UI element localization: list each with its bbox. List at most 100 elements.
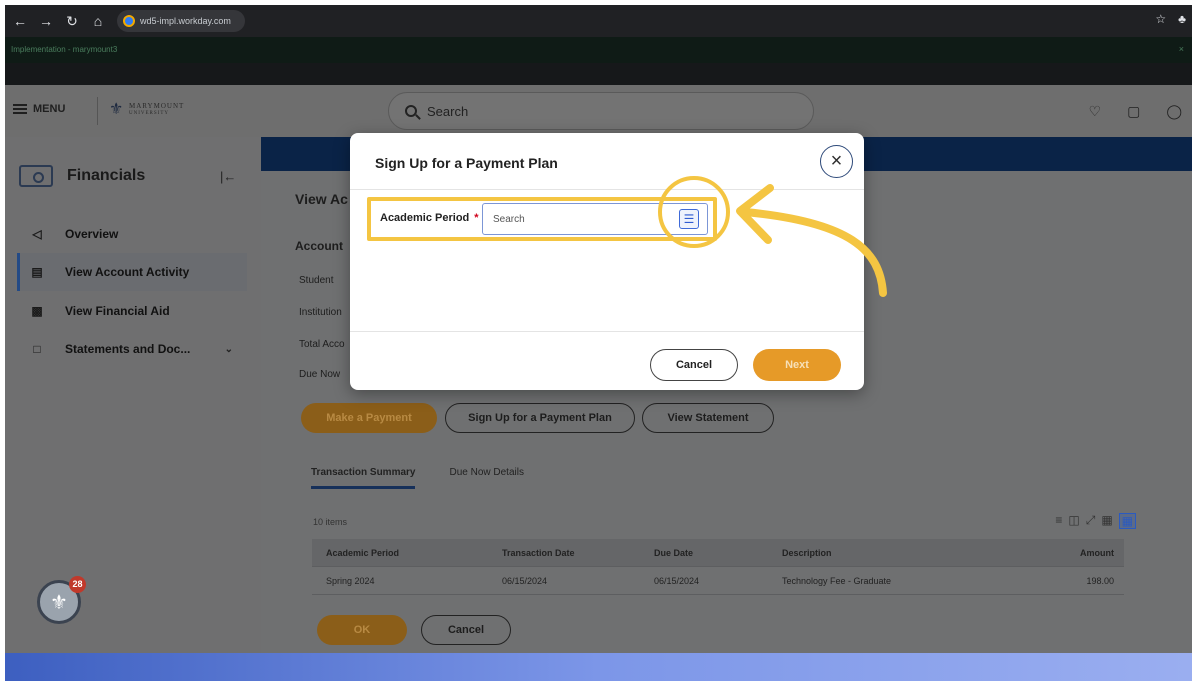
notification-badge: 28 — [69, 576, 86, 593]
table-cell: 198.00 — [1086, 575, 1114, 586]
search-icon — [405, 105, 417, 117]
page-footer-actions: OK Cancel — [317, 615, 511, 645]
fleur-de-lis-icon: ⚜ — [50, 591, 68, 614]
close-dialog-button[interactable]: × — [820, 145, 853, 178]
list-icon: ▤ — [31, 265, 43, 279]
money-icon: ▩ — [31, 304, 43, 318]
fleur-de-lis-icon: ⚜ — [109, 101, 124, 118]
table-row: Spring 2024 06/15/2024 06/15/2024 Techno… — [312, 567, 1124, 595]
ok-button[interactable]: OK — [317, 615, 407, 645]
dialog-title: Sign Up for a Payment Plan — [375, 155, 558, 171]
browser-actions: ☆ ♣ — [1155, 12, 1186, 26]
column-header[interactable]: Transaction Date — [490, 548, 642, 558]
sidebar-item-overview[interactable]: ◁ Overview — [17, 215, 247, 253]
filter-icon[interactable]: ≡ — [1055, 513, 1062, 529]
back-arrow-icon[interactable]: ← — [9, 13, 31, 29]
sidebar-item-label: View Financial Aid — [65, 304, 170, 318]
cancel-button[interactable]: Cancel — [650, 349, 738, 381]
table-cell: 06/15/2024 — [654, 575, 700, 586]
global-search-input[interactable]: Search — [388, 92, 814, 130]
make-payment-button[interactable]: Make a Payment — [301, 403, 437, 433]
environment-close-icon[interactable]: × — [1179, 44, 1184, 54]
bookmark-star-icon[interactable]: ☆ — [1155, 12, 1166, 26]
folder-icon: □ — [33, 342, 41, 356]
tab-due-now-details[interactable]: Due Now Details — [449, 467, 523, 489]
column-header[interactable]: Academic Period — [312, 548, 490, 558]
dialog-footer-divider — [350, 331, 864, 332]
table-view-icon[interactable]: ▦ — [1118, 513, 1136, 529]
required-marker: * — [474, 212, 479, 224]
bottom-gradient-bar — [5, 653, 1192, 681]
columns-icon[interactable]: ◫ — [1068, 513, 1079, 529]
sidebar: Financials |← ◁ Overview ▤ View Account … — [5, 137, 261, 653]
items-count: 10 items — [313, 517, 348, 527]
collapse-sidebar-icon[interactable]: |← — [220, 169, 236, 184]
chevron-down-icon: ⌄ — [224, 343, 233, 355]
table-cell: Technology Fee - Graduate — [782, 575, 892, 586]
field-label-institution: Institution — [299, 307, 342, 318]
prompt-list-button[interactable]: ☰ — [679, 209, 699, 229]
academic-period-input[interactable] — [483, 204, 653, 234]
hamburger-icon — [13, 104, 27, 114]
payment-plan-button[interactable]: Sign Up for a Payment Plan — [445, 403, 635, 433]
browser-toolbar: ← → ↻ ⌂ wd5-impl.workday.com ☆ ♣ — [5, 5, 1192, 37]
app-header: MENU ⚜ MARYMOUNT UNIVERSITY Search ♡ ▢ ◯ — [5, 85, 1192, 137]
menu-button[interactable]: MENU — [13, 103, 65, 115]
financials-icon — [19, 165, 53, 187]
sidebar-item-label: Statements and Doc... — [65, 342, 191, 356]
next-button[interactable]: Next — [753, 349, 841, 381]
header-divider — [97, 97, 98, 125]
environment-banner: Implementation - marymount3 × — [5, 37, 1192, 63]
header-actions: ♡ ▢ ◯ — [1089, 103, 1182, 120]
sidebar-item-view-account-activity[interactable]: ▤ View Account Activity — [17, 253, 247, 291]
table-cell: 06/15/2024 — [502, 575, 548, 586]
app-frame: ← → ↻ ⌂ wd5-impl.workday.com ☆ ♣ Impleme… — [5, 5, 1192, 653]
expand-icon[interactable]: ⤢ — [1086, 513, 1096, 529]
megaphone-icon: ◁ — [32, 227, 42, 241]
section-title: Account — [295, 239, 343, 253]
address-bar[interactable]: wd5-impl.workday.com — [117, 10, 245, 32]
site-favicon-icon — [123, 15, 135, 27]
tab-transaction-summary[interactable]: Transaction Summary — [311, 467, 416, 489]
forward-arrow-icon[interactable]: → — [35, 13, 57, 29]
sidebar-item-statements[interactable]: □ Statements and Doc... ⌄ — [17, 330, 247, 368]
university-logo[interactable]: ⚜ MARYMOUNT UNIVERSITY — [109, 101, 184, 119]
sidebar-item-label: View Account Activity — [65, 265, 190, 279]
transaction-tabs: Transaction Summary Due Now Details — [311, 467, 524, 489]
home-icon[interactable]: ⌂ — [87, 13, 109, 29]
field-label-total: Total Acco — [299, 339, 345, 350]
url-text: wd5-impl.workday.com — [140, 16, 231, 26]
sidebar-title: Financials — [67, 167, 146, 184]
cancel-page-button[interactable]: Cancel — [421, 615, 511, 645]
grid-view-icon[interactable]: ▦ — [1101, 513, 1112, 529]
extensions-puzzle-icon[interactable]: ♣ — [1178, 12, 1186, 26]
menu-label: MENU — [33, 103, 66, 115]
academic-period-label: Academic Period * — [380, 212, 479, 224]
view-statement-button[interactable]: View Statement — [642, 403, 774, 433]
column-header[interactable]: Amount — [1018, 548, 1122, 558]
table-toolbar: ≡ ◫ ⤢ ▦ ▦ — [1055, 513, 1136, 529]
reload-icon[interactable]: ↻ — [61, 13, 83, 30]
table-header-row: Academic Period Transaction Date Due Dat… — [312, 539, 1124, 567]
column-header[interactable]: Description — [770, 548, 1018, 558]
column-header[interactable]: Due Date — [642, 548, 770, 558]
environment-subbar — [5, 63, 1192, 85]
profile-icon[interactable]: ◯ — [1166, 103, 1182, 120]
logo-text: MARYMOUNT — [129, 102, 185, 110]
payment-plan-dialog: Sign Up for a Payment Plan × Academic Pe… — [350, 133, 864, 390]
logo-subtext: UNIVERSITY — [129, 111, 169, 116]
table-cell: Spring 2024 — [326, 575, 375, 586]
academic-period-label-text: Academic Period — [380, 212, 470, 224]
list-icon: ☰ — [683, 212, 695, 226]
sidebar-item-label: Overview — [65, 227, 119, 241]
sidebar-item-view-financial-aid[interactable]: ▩ View Financial Aid — [17, 292, 247, 330]
environment-label: Implementation - marymount3 — [11, 45, 118, 54]
sidebar-header: Financials — [19, 165, 145, 187]
close-icon: × — [830, 150, 843, 172]
inbox-icon[interactable]: ▢ — [1127, 103, 1140, 120]
logo-wordmark: MARYMOUNT UNIVERSITY — [129, 102, 184, 118]
field-label-student: Student — [299, 275, 334, 286]
notifications-bell-icon[interactable]: ♡ — [1089, 103, 1102, 120]
page-title: View Ac — [295, 191, 348, 207]
field-label-due-now: Due Now — [299, 369, 341, 380]
